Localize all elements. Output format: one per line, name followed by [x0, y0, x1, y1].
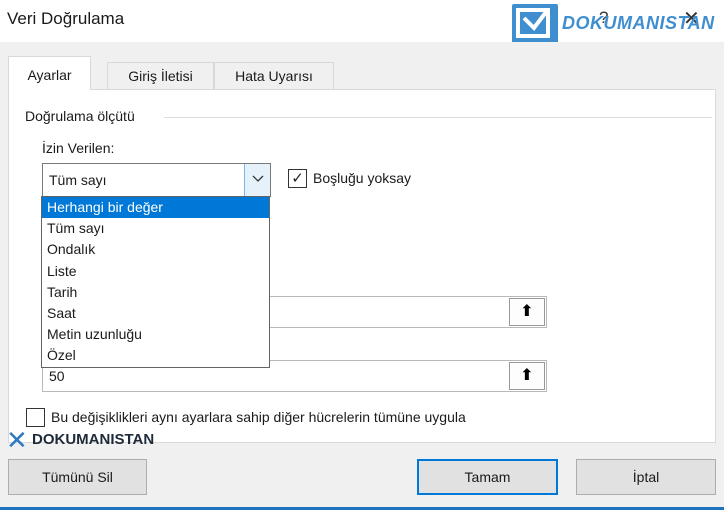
apply-all-label: Bu değişiklikleri aynı ayarlara sahip di…	[51, 409, 466, 425]
chevron-down-icon[interactable]	[244, 164, 270, 196]
tab-ayarlar[interactable]: Ayarlar	[8, 56, 91, 90]
ignore-blank-label: Boşluğu yoksay	[313, 170, 412, 186]
allow-select-value: Tüm sayı	[49, 172, 107, 188]
clear-all-button[interactable]: Tümünü Sil	[8, 459, 147, 495]
collapse-dialog-icon[interactable]: ⬆	[509, 362, 545, 390]
allow-select[interactable]: Tüm sayı	[42, 163, 271, 197]
watermark-x-icon: ✕	[6, 425, 28, 455]
watermark-logo: DOKUMANISTAN	[512, 4, 720, 44]
watermark-text: DOKUMANISTAN	[562, 13, 715, 33]
allow-dropdown-list: Herhangi bir değer Tüm sayı Ondalık List…	[41, 196, 270, 368]
dropdown-option[interactable]: Tarih	[42, 282, 269, 303]
dropdown-option[interactable]: Herhangi bir değer	[42, 197, 269, 219]
dropdown-option[interactable]: Tüm sayı	[42, 218, 269, 239]
watermark-text-bottom: DOKUMANISTAN	[32, 431, 155, 448]
window-title: Veri Doğrulama	[7, 9, 125, 28]
ok-button[interactable]: Tamam	[417, 459, 558, 495]
dropdown-option[interactable]: Liste	[42, 261, 269, 282]
cancel-button[interactable]: İptal	[576, 459, 716, 495]
ignore-blank-checkbox[interactable]: ✓	[288, 169, 307, 188]
dropdown-option[interactable]: Saat	[42, 303, 269, 324]
group-title: Doğrulama ölçütü	[25, 108, 135, 124]
watermark-logo-bottom: ✕ DOKUMANISTAN	[6, 426, 196, 456]
maximum-field-value: 50	[49, 368, 65, 384]
tab-hata-uyarisi[interactable]: Hata Uyarısı	[214, 62, 334, 89]
allow-label: İzin Verilen:	[42, 140, 115, 156]
group-divider	[164, 117, 712, 118]
watermark-icon	[512, 4, 558, 44]
dropdown-option[interactable]: Metin uzunluğu	[42, 324, 269, 345]
dropdown-option[interactable]: Özel	[42, 345, 269, 366]
apply-all-checkbox[interactable]	[26, 408, 45, 427]
collapse-dialog-icon[interactable]: ⬆	[509, 298, 545, 326]
tab-giris-iletisi[interactable]: Giriş İletisi	[107, 62, 214, 89]
dropdown-option[interactable]: Ondalık	[42, 239, 269, 260]
